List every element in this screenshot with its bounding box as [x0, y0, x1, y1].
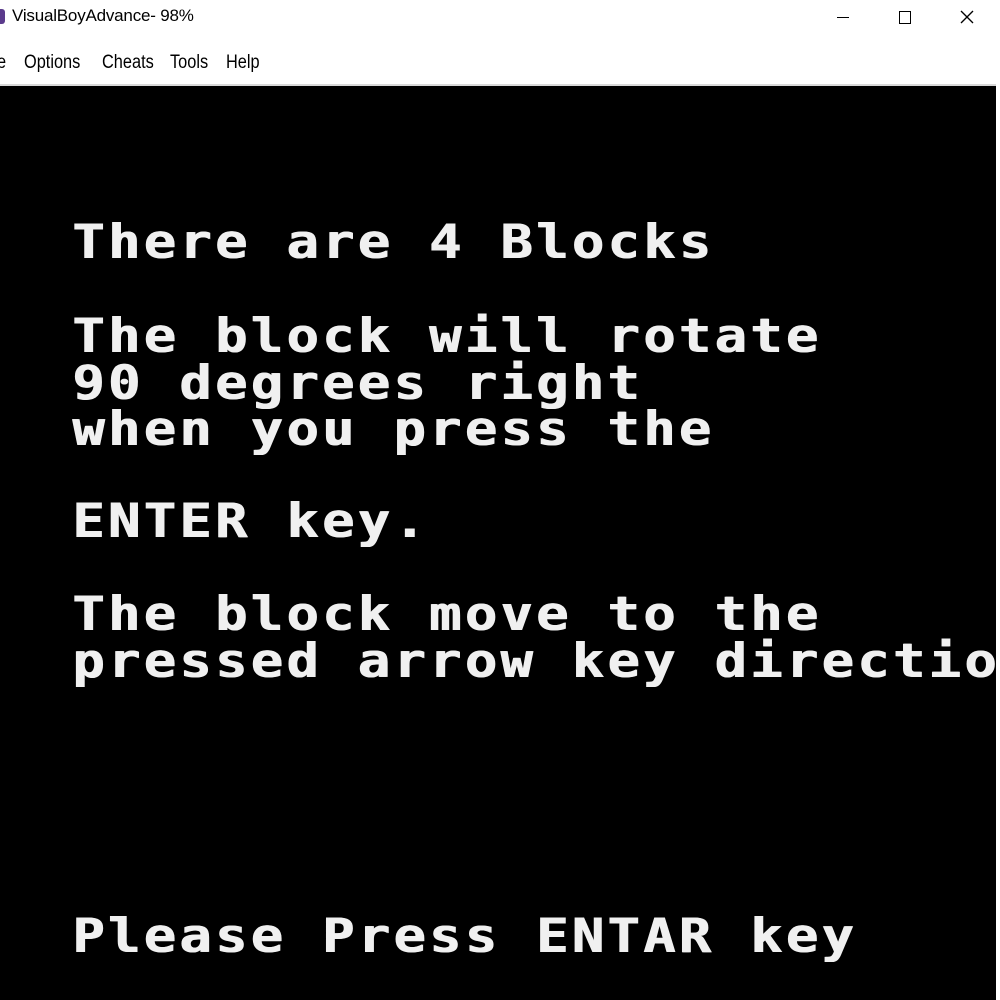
menu-file[interactable]: e	[0, 52, 6, 74]
menu-cheats[interactable]: Cheats	[102, 52, 154, 74]
maximize-icon	[899, 10, 911, 24]
close-icon	[960, 10, 974, 24]
maximize-button[interactable]	[874, 0, 936, 34]
game-text-line: The block will rotate	[72, 309, 822, 364]
title-bar[interactable]: VisualBoyAdvance- 98%	[0, 0, 1000, 34]
menu-options[interactable]: Options	[24, 52, 80, 74]
emulator-window: VisualBoyAdvance- 98% e Options Cheats T…	[0, 0, 1000, 1000]
game-prompt: Please Press ENTAR key	[72, 909, 857, 964]
minimize-button[interactable]	[812, 0, 874, 34]
game-text-line: ENTER key.	[72, 494, 429, 549]
close-button[interactable]	[936, 0, 998, 34]
game-text-line: There are 4 Blocks	[72, 215, 715, 270]
game-text-line: The block move to the	[72, 587, 822, 642]
window-title: VisualBoyAdvance- 98%	[12, 6, 194, 25]
game-screen[interactable]: There are 4 Blocks The block will rotate…	[0, 86, 1000, 1000]
window-border	[996, 34, 1000, 1000]
menu-bar: e Options Cheats Tools Help	[0, 34, 1000, 84]
game-text-line: pressed arrow key direction	[72, 634, 1000, 689]
game-text-line: when you press the	[72, 402, 715, 457]
game-text-line: 90 degrees right	[72, 356, 643, 411]
menu-tools[interactable]: Tools	[170, 52, 208, 74]
menu-help[interactable]: Help	[226, 52, 260, 74]
app-icon	[0, 9, 5, 24]
minimize-icon	[837, 16, 849, 18]
